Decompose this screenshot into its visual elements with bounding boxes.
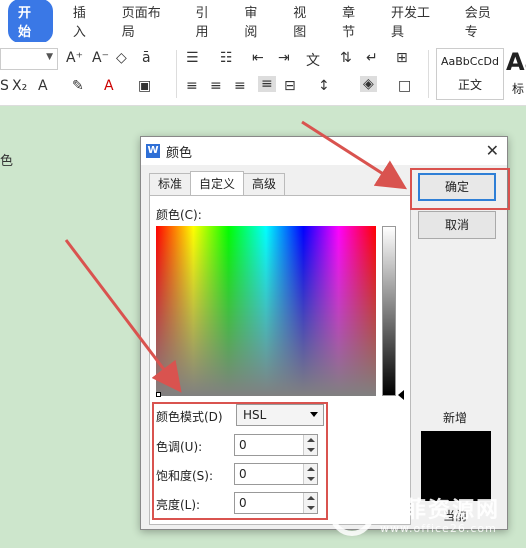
annotation-highlight-ok <box>410 168 510 210</box>
luminance-slider[interactable] <box>382 226 396 396</box>
tab-page-layout[interactable]: 页面布局 <box>122 2 172 40</box>
strikethrough-icon[interactable]: S <box>0 78 9 94</box>
tab-review[interactable]: 审阅 <box>244 2 269 40</box>
close-icon[interactable]: ✕ <box>486 141 499 160</box>
watermark-logo-icon <box>330 492 374 536</box>
indent-icon[interactable]: ⇥ <box>278 50 290 66</box>
annotation-highlight-fields <box>152 402 328 520</box>
phonetic-icon[interactable]: ā <box>142 50 151 66</box>
watermark-text: 欧菲资源网 <box>380 498 501 523</box>
dialog-titlebar: W 颜色 ✕ <box>141 137 507 165</box>
new-color-label: 新增 <box>443 411 468 425</box>
style-normal[interactable]: AaBbCcDd 正文 <box>436 48 504 100</box>
char-border-icon[interactable]: ▣ <box>138 78 151 94</box>
style-sample: AaBbCcDd <box>441 55 499 68</box>
bullets-icon[interactable]: ☰ <box>186 50 199 66</box>
tab-advanced[interactable]: 高级 <box>243 173 286 195</box>
dialog-title: 颜色 <box>166 145 193 161</box>
highlight-icon[interactable]: ✎ <box>72 78 84 94</box>
border-icon[interactable]: □ <box>398 78 411 94</box>
distribute-icon[interactable]: ⊟ <box>284 78 296 94</box>
document-text: 色 <box>0 154 14 169</box>
watermark: 欧菲资源网 www.office26.com <box>330 488 526 544</box>
outdent-icon[interactable]: ⇤ <box>252 50 264 66</box>
align-right-icon[interactable]: ≡ <box>234 78 246 94</box>
ribbon-toolbar: ▼ A⁺ A⁻ ◇ ā S X₂ A ✎ A ▣ ☰ ☷ ⇤ ⇥ 文 ⇅ ↵ ⊞… <box>0 42 526 106</box>
font-size-select[interactable]: ▼ <box>0 48 58 70</box>
table-icon[interactable]: ⊞ <box>396 50 408 66</box>
clear-format-icon[interactable]: ◇ <box>116 50 127 66</box>
style-heading-sample[interactable]: Aa <box>506 48 526 76</box>
color-spectrum[interactable] <box>156 226 376 396</box>
line-spacing-icon[interactable]: ↕ <box>318 78 330 94</box>
numbering-icon[interactable]: ☷ <box>220 50 233 66</box>
style-heading-label: 标 <box>512 82 525 96</box>
tab-view[interactable]: 视图 <box>293 2 318 40</box>
tab-custom[interactable]: 自定义 <box>190 171 245 195</box>
tab-standard[interactable]: 标准 <box>149 173 192 195</box>
chinese-layout-icon[interactable]: 文 <box>306 50 320 70</box>
luminance-arrow-icon[interactable] <box>398 390 404 400</box>
text-effect-icon[interactable]: A <box>38 78 48 94</box>
sort-icon[interactable]: ⇅ <box>340 50 352 66</box>
align-left-icon[interactable]: ≡ <box>186 78 198 94</box>
separator <box>176 50 177 98</box>
shrink-font-icon[interactable]: A⁻ <box>92 50 109 66</box>
show-marks-icon[interactable]: ↵ <box>366 50 378 66</box>
cancel-button[interactable]: 取消 <box>418 211 496 239</box>
align-center-icon[interactable]: ≡ <box>210 78 222 94</box>
ribbon-tabbar: 开始 插入 页面布局 引用 审阅 视图 章节 开发工具 会员专 <box>0 0 526 43</box>
tab-references[interactable]: 引用 <box>195 2 220 40</box>
tab-section[interactable]: 章节 <box>342 2 367 40</box>
grow-font-icon[interactable]: A⁺ <box>66 50 83 66</box>
separator <box>428 50 429 98</box>
color-label: 颜色(C): <box>156 208 202 222</box>
tab-insert[interactable]: 插入 <box>73 2 98 40</box>
watermark-url: www.office26.com <box>380 522 497 535</box>
subscript-icon[interactable]: X₂ <box>12 78 27 94</box>
justify-icon[interactable]: ≡ <box>258 76 276 92</box>
dialog-tabs: 标准 自定义 高级 <box>149 171 286 195</box>
tab-developer[interactable]: 开发工具 <box>391 2 441 40</box>
style-name: 正文 <box>457 78 482 92</box>
spectrum-crosshair[interactable] <box>156 392 161 397</box>
font-color-icon[interactable]: A <box>104 78 114 94</box>
tab-home[interactable]: 开始 <box>8 0 53 43</box>
wps-app-icon: W <box>146 144 160 158</box>
shading-icon[interactable]: ◈ <box>360 76 377 92</box>
tab-member[interactable]: 会员专 <box>465 2 502 40</box>
